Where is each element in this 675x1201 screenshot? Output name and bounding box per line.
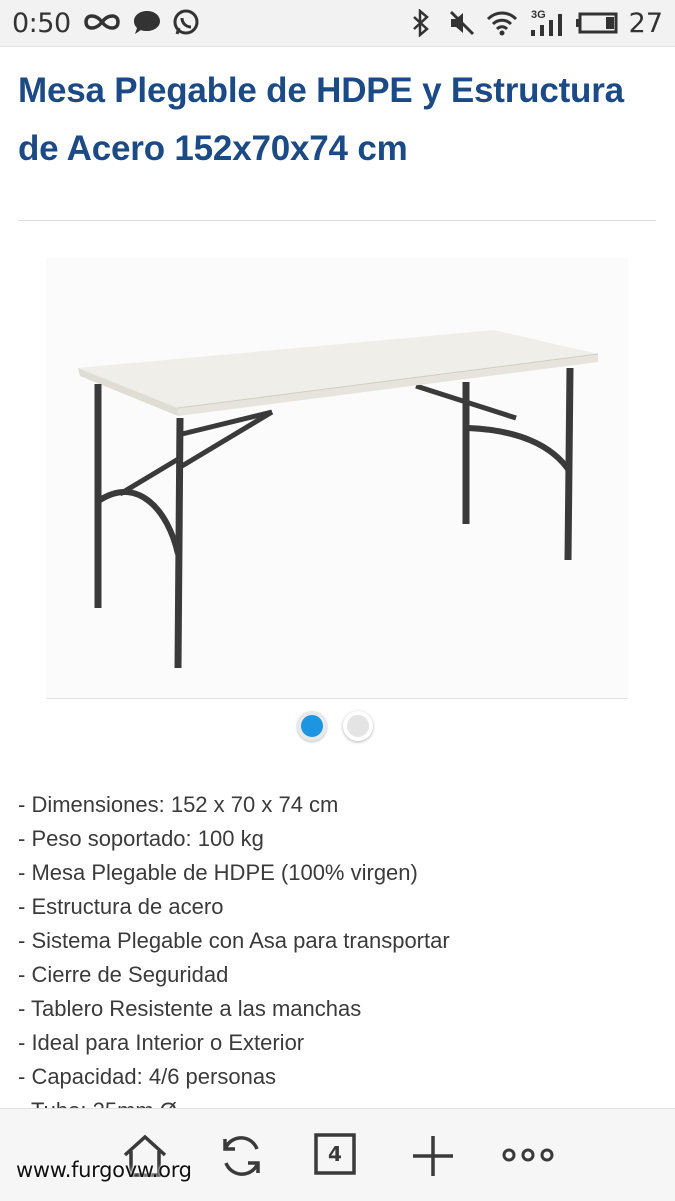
status-time: 0:50 — [12, 8, 71, 39]
feature-item: - Cierre de Seguridad — [18, 962, 229, 987]
carousel-dot-1[interactable] — [297, 711, 327, 741]
wifi-icon — [486, 9, 518, 37]
feature-item: - Mesa Plegable de HDPE (100% virgen) — [18, 860, 418, 885]
more-button[interactable] — [502, 1131, 554, 1181]
tabs-button[interactable]: 4 — [314, 1133, 364, 1183]
battery-level: 27 — [628, 8, 663, 39]
feature-item: - Sistema Plegable con Asa para transpor… — [18, 928, 450, 953]
battery-icon — [576, 12, 618, 34]
tab-count: 4 — [328, 1142, 342, 1166]
browser-toolbar: 4 — [0, 1108, 675, 1201]
feature-item: - Capacidad: 4/6 personas — [18, 1064, 277, 1089]
message-bubble-icon — [132, 9, 162, 37]
feature-item: - Ideal para Interior o Exterior — [18, 1030, 305, 1055]
product-title: Mesa Plegable de HDPE y Estructura de Ac… — [18, 71, 624, 168]
status-bar: 0:50 3G 27 — [0, 0, 675, 47]
signal-icon — [531, 12, 565, 36]
feature-item: - Dimensiones: 152 x 70 x 74 cm — [18, 792, 339, 817]
watermark: www.furgovw.org — [16, 1158, 192, 1182]
mute-icon — [448, 9, 476, 37]
feature-item: - Tablero Resistente a las manchas — [18, 996, 362, 1021]
add-icon — [413, 1136, 453, 1176]
carousel-pagination — [297, 711, 387, 747]
carousel-dot-2[interactable] — [343, 711, 373, 741]
refresh-button[interactable] — [217, 1131, 267, 1181]
refresh-icon — [223, 1136, 260, 1176]
whatsapp-icon — [172, 9, 200, 37]
feature-item: - Estructura de acero — [18, 894, 224, 919]
product-image-carousel[interactable] — [46, 258, 628, 699]
new-tab-button[interactable] — [408, 1131, 458, 1181]
folding-table-image — [46, 258, 628, 698]
feature-list: - Dimensiones: 152 x 70 x 74 cm - Peso s… — [18, 788, 658, 1128]
more-icon — [502, 1148, 554, 1162]
divider — [18, 220, 656, 221]
feature-item: - Peso soportado: 100 kg — [18, 826, 264, 851]
infinity-icon — [82, 11, 122, 33]
bluetooth-icon — [410, 9, 432, 37]
